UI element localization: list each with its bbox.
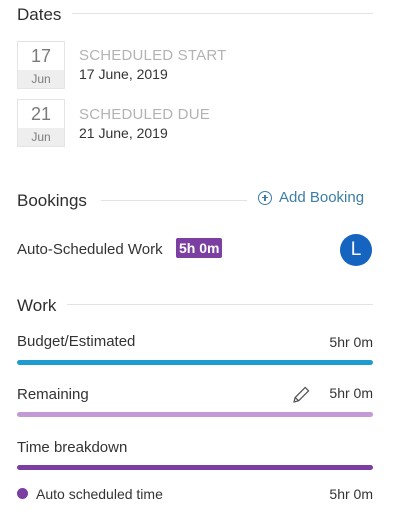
legend-value: 5hr 0m: [329, 486, 373, 502]
start-date-tile[interactable]: 17 Jun: [17, 41, 65, 89]
divider: [67, 304, 373, 305]
start-day: 17: [30, 46, 52, 66]
due-month: Jun: [18, 128, 64, 146]
booking-duration-badge: 5h 0m: [176, 238, 223, 258]
add-booking-button[interactable]: Add Booking: [258, 189, 364, 206]
divider: [101, 200, 247, 201]
avatar[interactable]: L: [340, 234, 372, 266]
plus-circle-icon: [258, 190, 272, 205]
edit-remaining-button[interactable]: [290, 384, 312, 406]
pencil-icon: [293, 386, 310, 403]
start-month: Jun: [18, 70, 64, 88]
legend-dot-icon: [17, 488, 28, 499]
dates-title: Dates: [17, 5, 62, 24]
scheduled-due-value: 21 June, 2019: [79, 125, 168, 141]
legend-label: Auto scheduled time: [36, 486, 163, 502]
scheduled-due-caption: SCHEDULED DUE: [79, 106, 210, 123]
remaining-label: Remaining: [17, 386, 89, 403]
due-date-tile[interactable]: 21 Jun: [17, 99, 65, 147]
work-title: Work: [17, 296, 57, 315]
booking-label: Auto-Scheduled Work: [17, 241, 163, 258]
time-breakdown-label: Time breakdown: [17, 439, 128, 456]
scheduled-start-value: 17 June, 2019: [79, 66, 168, 82]
remaining-bar: [17, 412, 373, 417]
due-day: 21: [30, 104, 52, 124]
add-booking-label: Add Booking: [279, 189, 365, 206]
scheduled-start-caption: SCHEDULED START: [79, 47, 227, 64]
budget-value: 5hr 0m: [329, 334, 373, 350]
divider: [72, 13, 373, 14]
budget-label: Budget/Estimated: [17, 333, 136, 350]
bookings-title: Bookings: [17, 191, 87, 210]
budget-bar: [17, 360, 373, 365]
remaining-value: 5hr 0m: [329, 385, 373, 401]
time-breakdown-bar: [17, 465, 373, 470]
